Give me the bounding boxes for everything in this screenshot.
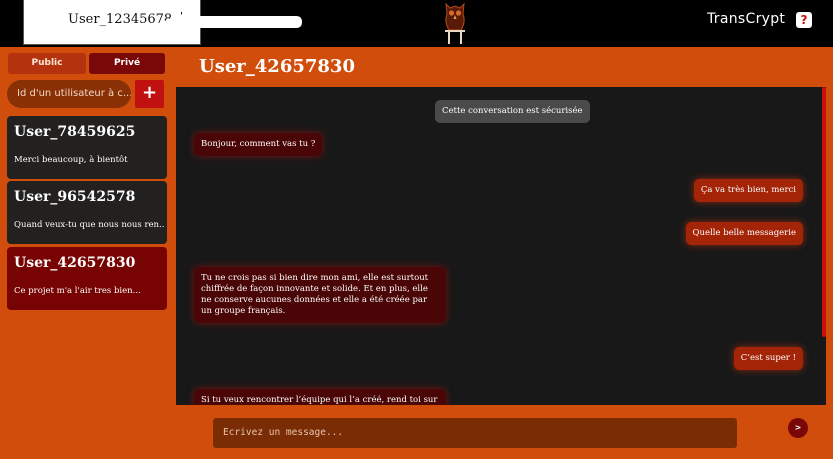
- user-id-search-input[interactable]: Id d'un utilisateur à c...: [7, 80, 131, 108]
- message-incoming: Si tu veux rencontrer l’équipe qui l’a c…: [194, 389, 446, 405]
- chat-title: User_42657830: [199, 56, 355, 77]
- add-conversation-button[interactable]: +: [135, 80, 164, 108]
- conversation-name: User_42657830: [14, 255, 136, 271]
- message-outgoing: Ça va très bien, merci: [693, 179, 803, 202]
- conversation-name: User_78459625: [14, 124, 136, 140]
- conversation-item[interactable]: User_78459625 Merci beaucoup, à bientôt: [7, 116, 167, 179]
- message-list[interactable]: Cette conversation est sécurisée Bonjour…: [176, 87, 826, 405]
- username-value: User_12345678: [68, 12, 173, 27]
- brand-name: TransCrypt: [707, 11, 786, 27]
- conversation-item[interactable]: User_96542578 Quand veux-tu que nous nou…: [7, 181, 167, 244]
- conversation-preview: Ce projet m'a l'air tres bien...: [14, 286, 141, 296]
- message-incoming: Bonjour, comment vas tu ?: [194, 133, 323, 156]
- message-incoming: Tu ne crois pas si bien dire mon ami, el…: [194, 267, 446, 323]
- tab-private[interactable]: Privé: [89, 53, 165, 74]
- conversation-preview: Merci beaucoup, à bientôt: [14, 155, 128, 165]
- help-button[interactable]: ?: [796, 12, 812, 28]
- chat-scrollbar[interactable]: [822, 87, 826, 337]
- conversation-preview: Quand veux-tu que nous nous ren...: [14, 220, 164, 230]
- top-bar: User_12345678 TransCrypt ?: [0, 0, 833, 47]
- tab-public[interactable]: Public: [8, 53, 86, 74]
- conversation-name: User_96542578: [14, 189, 136, 205]
- logo-icon: [445, 2, 465, 44]
- message-outgoing: Quelle belle messagerie: [685, 222, 803, 245]
- send-button[interactable]: >: [788, 418, 808, 438]
- conversation-item-active[interactable]: User_42657830 Ce projet m'a l'air tres b…: [7, 247, 167, 310]
- message-input[interactable]: Ecrivez un message...: [213, 418, 737, 448]
- system-notice: Cette conversation est sécurisée: [435, 100, 590, 123]
- main-panel: Public Privé Id d'un utilisateur à c... …: [0, 47, 833, 459]
- arrow-left-icon: [162, 8, 302, 36]
- message-outgoing: C’est super !: [733, 347, 803, 370]
